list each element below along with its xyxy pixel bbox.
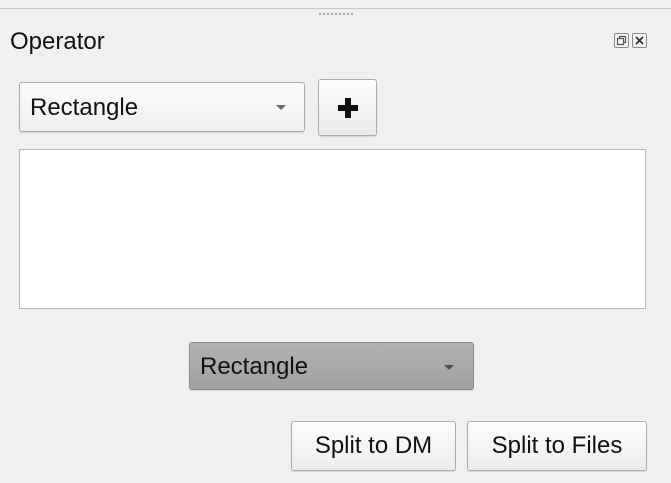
split-to-files-button[interactable]: Split to Files (467, 421, 647, 471)
add-operator-button[interactable] (318, 79, 377, 136)
shape-type-selected: Rectangle (200, 353, 309, 380)
plus-icon (338, 98, 358, 118)
drag-handle-icon[interactable] (318, 12, 354, 16)
close-icon[interactable] (632, 33, 647, 48)
operator-type-selected: Rectangle (30, 94, 139, 121)
operator-list[interactable] (19, 149, 646, 309)
chevron-down-icon (444, 365, 454, 370)
operator-panel: Operator Rectangle Rectangle Split to DM… (0, 0, 671, 483)
float-window-icon[interactable] (614, 33, 629, 48)
split-to-dm-button[interactable]: Split to DM (291, 421, 456, 471)
panel-top-border (0, 8, 671, 9)
shape-type-dropdown[interactable]: Rectangle (189, 342, 474, 390)
panel-title: Operator (10, 28, 105, 55)
chevron-down-icon (276, 105, 286, 110)
operator-type-dropdown[interactable]: Rectangle (19, 82, 305, 132)
